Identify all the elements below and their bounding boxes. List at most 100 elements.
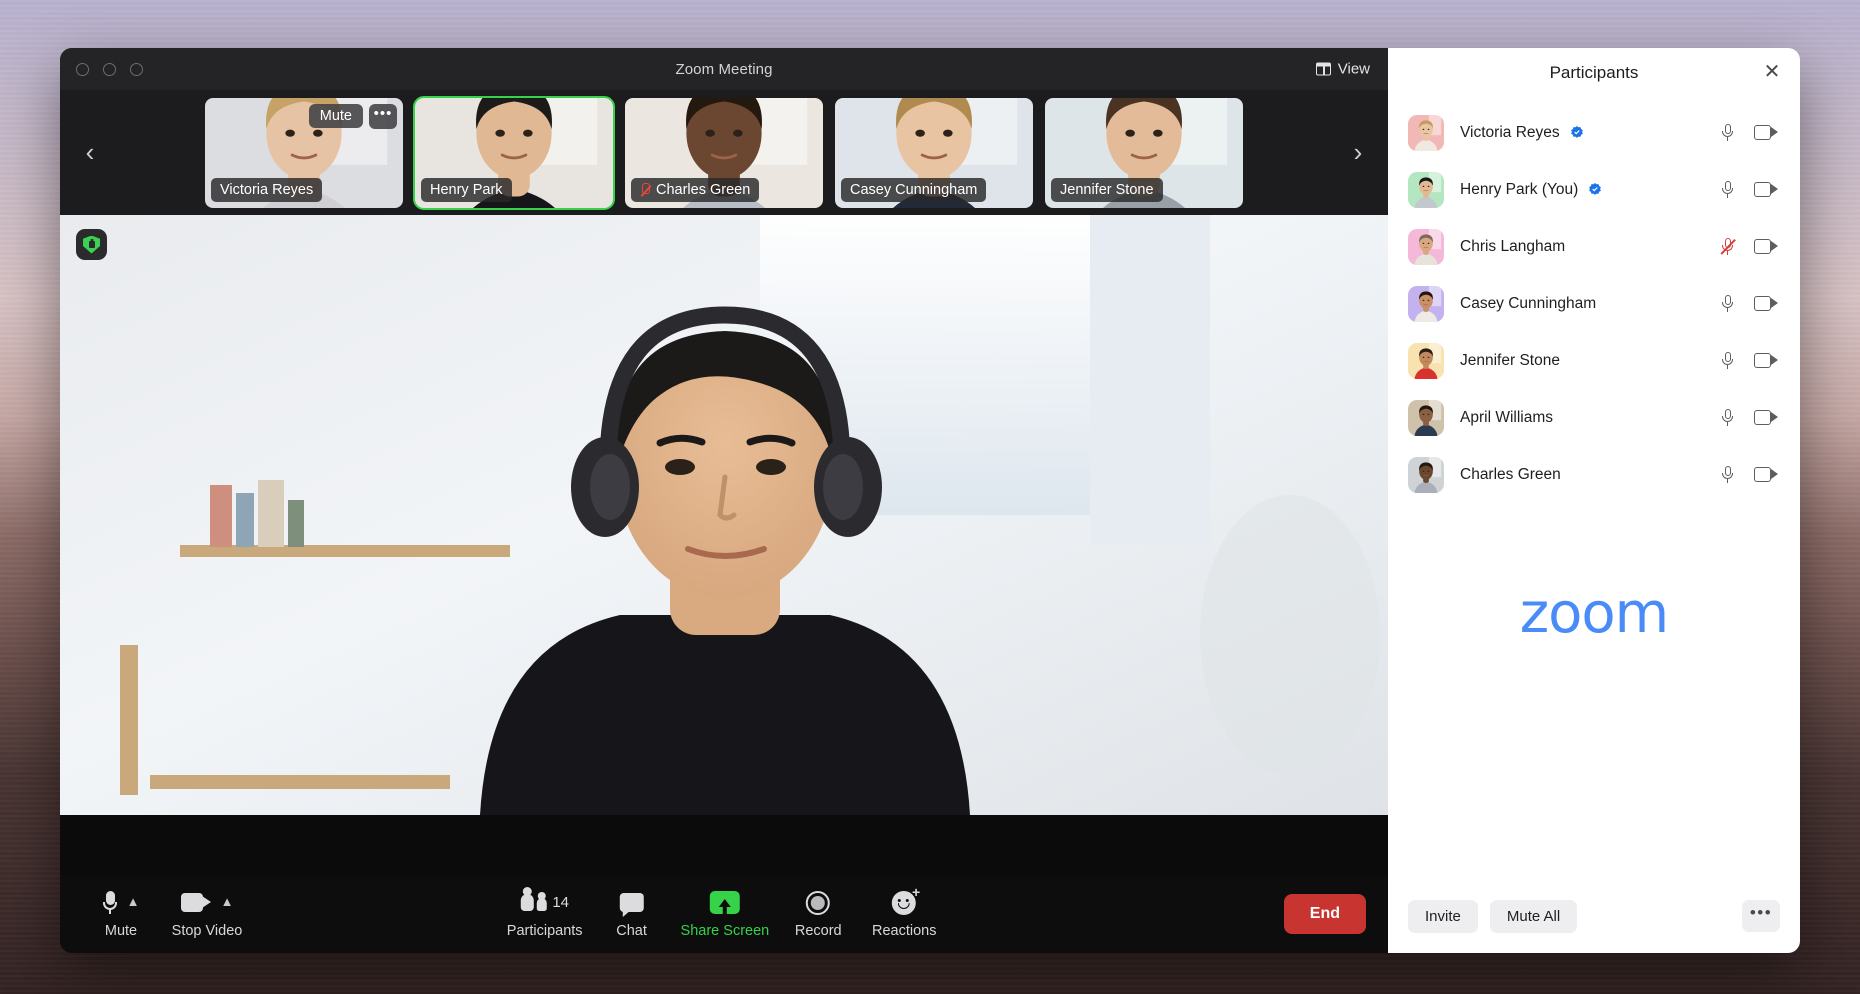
chat-button[interactable]: Chat: [589, 886, 675, 943]
mute-all-button[interactable]: Mute All: [1489, 899, 1578, 933]
security-shield-icon[interactable]: [76, 229, 107, 260]
participants-list: Victoria Reyes Henry Park (You) Chris La…: [1388, 98, 1800, 503]
video-thumbnail[interactable]: Mute ••• Victoria Reyes: [205, 97, 403, 208]
camera-icon[interactable]: [1754, 296, 1778, 311]
participant-name: Victoria Reyes: [1460, 124, 1721, 142]
participants-button[interactable]: 14 Participants: [501, 886, 589, 943]
participant-row-controls: [1721, 123, 1778, 142]
mute-button-label: Mute: [104, 922, 138, 939]
mute-button[interactable]: ▲ Mute: [78, 886, 164, 943]
participant-row[interactable]: Jennifer Stone: [1388, 332, 1800, 389]
reactions-smiley-icon: +: [892, 885, 920, 915]
participant-name-text: Charles Green: [1460, 465, 1561, 483]
verified-badge-icon: [1589, 182, 1602, 195]
participant-row[interactable]: Henry Park (You): [1388, 161, 1800, 218]
microphone-icon[interactable]: [1721, 180, 1734, 199]
close-icon[interactable]: ✕: [1762, 62, 1782, 83]
video-options-chevron-icon[interactable]: ▲: [221, 894, 234, 909]
thumbnail-participant-name: Casey Cunningham: [850, 181, 978, 198]
invite-button[interactable]: Invite: [1408, 899, 1478, 933]
camera-icon[interactable]: [1754, 182, 1778, 197]
camera-icon: [180, 893, 211, 912]
participant-name-text: Casey Cunningham: [1460, 294, 1597, 312]
participant-name: Jennifer Stone: [1460, 352, 1721, 370]
participant-row[interactable]: Chris Langham: [1388, 218, 1800, 275]
video-thumbnail[interactable]: Charles Green: [625, 97, 823, 208]
participant-row-controls: [1721, 294, 1778, 313]
view-button[interactable]: View: [1315, 60, 1370, 78]
avatar: [1408, 399, 1444, 436]
thumbnail-mute-button[interactable]: Mute: [308, 104, 363, 128]
stop-video-button-label: Stop Video: [171, 922, 243, 939]
thumbnail-participant-name: Victoria Reyes: [220, 181, 314, 198]
grid-view-icon: [1315, 62, 1331, 76]
avatar: [1408, 285, 1444, 322]
avatar: [1408, 456, 1444, 493]
filmstrip-next-arrow[interactable]: ›: [1336, 137, 1380, 168]
participants-count: 14: [552, 894, 569, 911]
participant-row[interactable]: Casey Cunningham: [1388, 275, 1800, 332]
participants-more-options-button[interactable]: •••: [1742, 900, 1780, 932]
thumbnail-name-tag: Henry Park: [421, 177, 512, 202]
record-icon: [806, 890, 831, 915]
participant-name: Casey Cunningham: [1460, 295, 1721, 313]
camera-icon[interactable]: [1754, 467, 1778, 482]
filmstrip-prev-arrow[interactable]: ‹: [68, 137, 112, 168]
reactions-button[interactable]: + Reactions: [861, 885, 947, 943]
microphone-icon[interactable]: [1721, 465, 1734, 484]
participant-row[interactable]: Victoria Reyes: [1388, 104, 1800, 161]
participant-name-text: April Williams: [1460, 408, 1553, 426]
share-screen-button-label: Share Screen: [680, 922, 770, 939]
microphone-icon[interactable]: [1721, 294, 1734, 313]
stop-video-button[interactable]: ▲ Stop Video: [164, 886, 250, 943]
camera-icon[interactable]: [1754, 410, 1778, 425]
participant-filmstrip: ‹ Mute ••• Victoria Reyes Henry Park Cha…: [60, 90, 1388, 215]
microphone-icon[interactable]: [1721, 408, 1734, 427]
chat-button-label: Chat: [616, 922, 647, 939]
muted-mic-icon: [640, 182, 650, 197]
participant-row-controls: [1721, 237, 1778, 256]
toolbar-center-group: 14 Participants Chat Share Screen Record…: [501, 885, 947, 943]
participant-row-controls: [1721, 180, 1778, 199]
video-thumbnail[interactable]: Henry Park: [413, 95, 615, 210]
avatar: [1408, 342, 1444, 379]
thumbnail-hover-controls: Mute •••: [308, 103, 397, 129]
participant-name-text: Henry Park (You): [1460, 180, 1579, 198]
zoom-meeting-window: Zoom Meeting View ‹ Mute ••• Victoria Re…: [60, 48, 1800, 953]
share-screen-button[interactable]: Share Screen: [675, 886, 776, 943]
microphone-icon: [102, 890, 117, 915]
avatar: [1408, 171, 1444, 208]
video-thumbnail[interactable]: Casey Cunningham: [835, 97, 1033, 208]
view-button-label: View: [1337, 60, 1370, 78]
thumbnail-list: Mute ••• Victoria Reyes Henry Park Charl: [112, 95, 1336, 210]
microphone-icon[interactable]: [1721, 351, 1734, 370]
participant-name-text: Chris Langham: [1460, 237, 1566, 255]
camera-icon[interactable]: [1754, 353, 1778, 368]
toolbar-left-group: ▲ Mute ▲ Stop Video: [78, 886, 250, 943]
microphone-icon[interactable]: [1721, 123, 1734, 142]
muted-microphone-icon[interactable]: [1721, 237, 1734, 256]
camera-icon[interactable]: [1754, 239, 1778, 254]
zoom-logo: zoom: [1519, 581, 1669, 646]
avatar: [1408, 228, 1444, 265]
participant-row[interactable]: April Williams: [1388, 389, 1800, 446]
avatar: [1408, 114, 1444, 151]
participants-panel-header: Participants ✕: [1388, 48, 1800, 98]
participant-name-text: Jennifer Stone: [1460, 351, 1560, 369]
camera-icon[interactable]: [1754, 125, 1778, 140]
record-button[interactable]: Record: [775, 886, 861, 943]
active-speaker-video[interactable]: [60, 215, 1388, 875]
participant-row[interactable]: Charles Green: [1388, 446, 1800, 503]
participant-row-controls: [1721, 408, 1778, 427]
video-thumbnail[interactable]: Jennifer Stone: [1045, 97, 1243, 208]
audio-options-chevron-icon[interactable]: ▲: [127, 894, 140, 909]
participant-name: Charles Green: [1460, 466, 1721, 484]
end-meeting-button[interactable]: End: [1283, 894, 1366, 934]
participant-name: Henry Park (You): [1460, 181, 1721, 199]
participant-name: April Williams: [1460, 409, 1721, 427]
participant-row-controls: [1721, 351, 1778, 370]
participants-button-label: Participants: [506, 922, 583, 939]
thumbnail-participant-name: Jennifer Stone: [1060, 181, 1154, 198]
thumbnail-more-button[interactable]: •••: [369, 103, 397, 129]
meeting-toolbar: ▲ Mute ▲ Stop Video 14 Participants Chat…: [60, 875, 1388, 953]
